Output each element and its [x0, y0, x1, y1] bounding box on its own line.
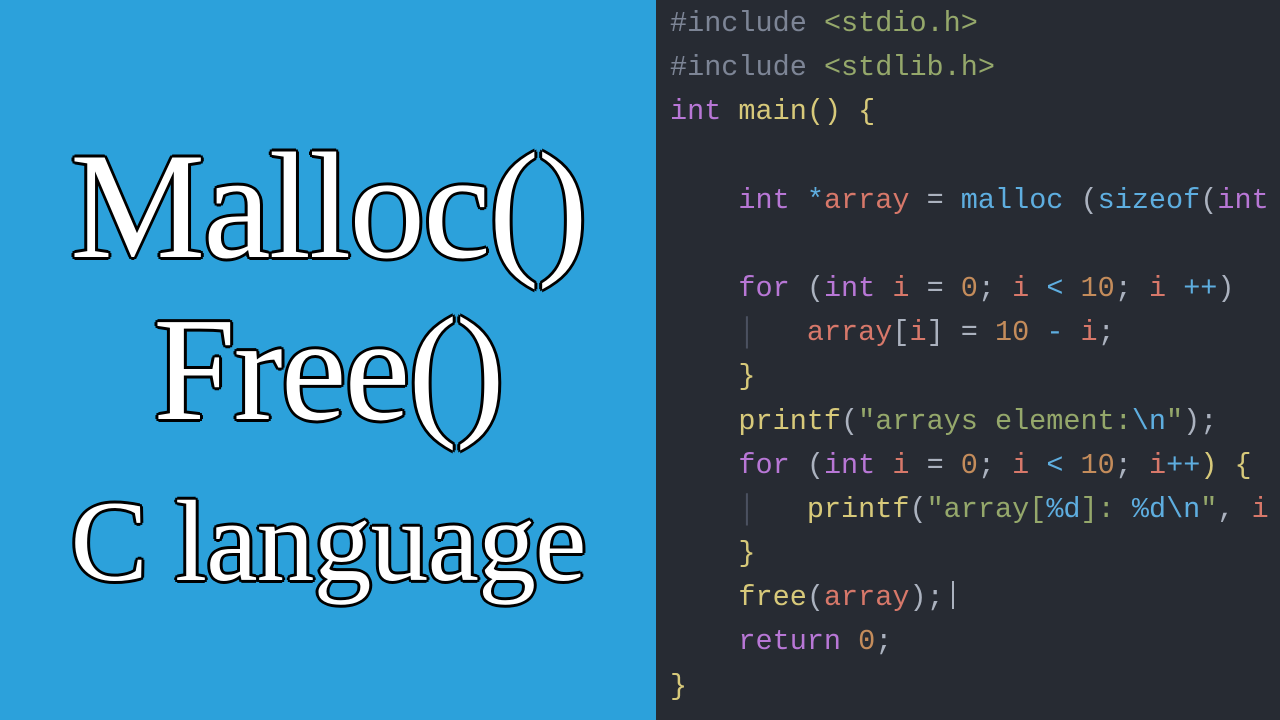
code-line-11: } [670, 537, 756, 570]
title-line-2: Free() [153, 296, 503, 444]
code-line-6: │ array[i] = 10 - i; [670, 316, 1115, 349]
title-line-3: C language [70, 484, 585, 600]
code-line-4: int *array = malloc (sizeof(int [670, 184, 1269, 217]
code-line-9: for (int i = 0; i < 10; i++) { [670, 449, 1252, 482]
code-line-13: return 0; [670, 625, 892, 658]
code-line-10: │ printf("array[%d]: %d\n", i [670, 493, 1269, 526]
text-cursor [952, 581, 954, 609]
code-line-12: free(array); [670, 581, 954, 614]
code-editor: #include <stdio.h> #include <stdlib.h> i… [656, 0, 1280, 720]
title-panel: Malloc() Free() C language [0, 0, 656, 720]
code-line-5: for (int i = 0; i < 10; i ++) [670, 272, 1235, 305]
code-line-1: #include <stdio.h> [670, 7, 978, 40]
title-line-1: Malloc() [70, 130, 586, 282]
code-line-3: int main() { [670, 95, 875, 128]
code-line-14: } [670, 670, 687, 703]
code-line-7: } [670, 360, 756, 393]
code-line-8: printf("arrays element:\n"); [670, 405, 1217, 438]
code-line-2: #include <stdlib.h> [670, 51, 995, 84]
